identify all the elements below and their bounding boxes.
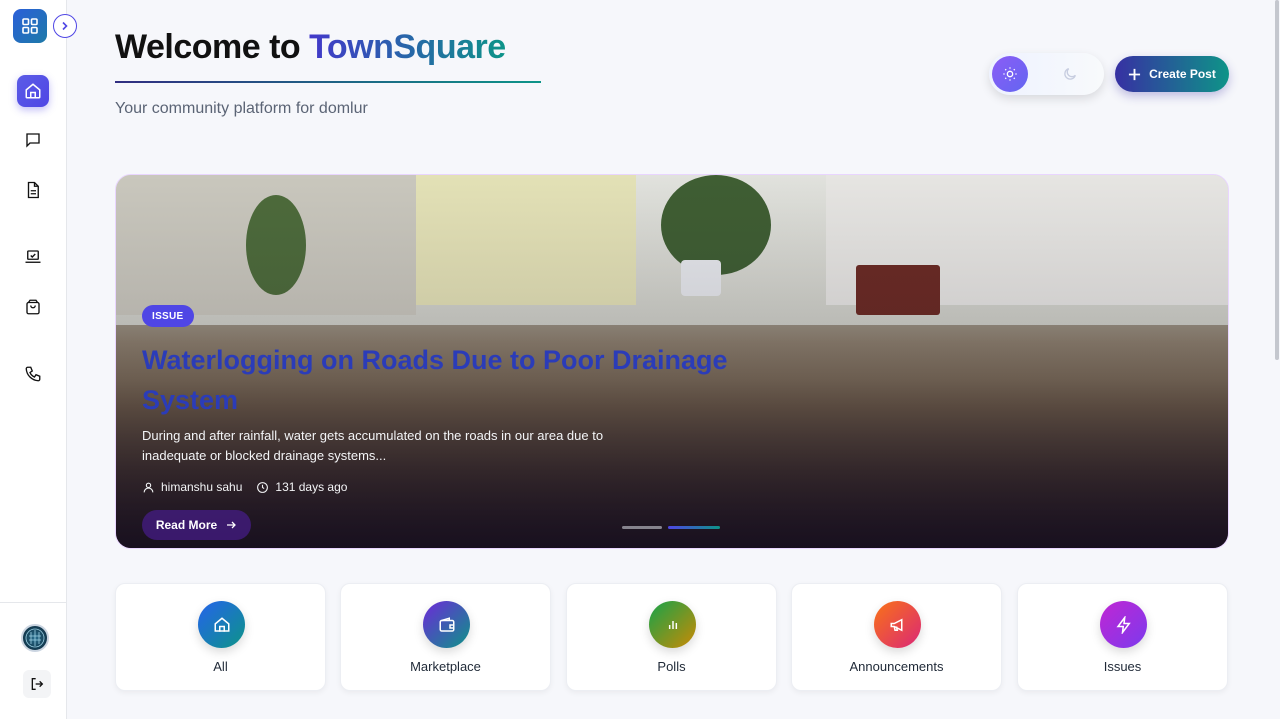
- carousel-indicators: [622, 526, 720, 529]
- theme-toggle[interactable]: [989, 53, 1104, 95]
- read-more-label: Read More: [155, 518, 218, 532]
- megaphone-icon: [874, 601, 921, 648]
- clock-icon: [257, 481, 269, 493]
- plus-icon: [1129, 68, 1141, 80]
- home-icon: [25, 83, 41, 99]
- featured-post-description: During and after rainfall, water gets ac…: [142, 428, 604, 463]
- category-card-marketplace[interactable]: Marketplace: [340, 583, 551, 691]
- title-underline: [115, 81, 541, 83]
- category-badge: ISSUE: [142, 305, 194, 327]
- featured-post-title[interactable]: Waterlogging on Roads Due to Poor Draina…: [142, 340, 742, 420]
- sun-icon: [992, 56, 1028, 92]
- carousel-dot[interactable]: [622, 526, 662, 529]
- sidebar-item-documents[interactable]: [17, 174, 49, 206]
- logout-icon: [31, 678, 44, 690]
- home-icon: [198, 601, 245, 648]
- post-meta: himanshu sahu 131 days ago: [142, 480, 347, 494]
- category-card-announcements[interactable]: Announcements: [791, 583, 1002, 691]
- category-card-issues[interactable]: Issues: [1017, 583, 1228, 691]
- dashboard-grid-icon[interactable]: [13, 9, 47, 43]
- message-icon: [26, 133, 40, 148]
- page-scrollbar[interactable]: [1275, 0, 1279, 360]
- create-post-button[interactable]: Create Post: [1115, 56, 1229, 92]
- carousel-dot-active[interactable]: [668, 526, 720, 529]
- category-label: Marketplace: [410, 659, 481, 674]
- page-title: Welcome to TownSquare: [115, 28, 506, 67]
- moon-icon: [1061, 65, 1079, 83]
- wallet-icon: [423, 601, 470, 648]
- bar-chart-icon: [649, 601, 696, 648]
- collapse-sidebar-button[interactable]: [53, 14, 77, 38]
- read-more-button[interactable]: Read More: [142, 510, 251, 540]
- sidebar-divider: [0, 602, 66, 603]
- shopping-bag-icon: [26, 299, 40, 315]
- featured-carousel: ISSUE Waterlogging on Roads Due to Poor …: [115, 174, 1229, 549]
- brand-name: TownSquare: [309, 28, 506, 66]
- avatar[interactable]: [21, 624, 49, 652]
- document-icon: [27, 181, 39, 199]
- user-icon: [143, 482, 154, 492]
- lightning-icon: [1100, 601, 1147, 648]
- sidebar: [0, 0, 77, 719]
- category-card-all[interactable]: All: [115, 583, 326, 691]
- category-label: Announcements: [849, 659, 944, 674]
- category-label: All: [213, 659, 228, 674]
- sidebar-item-marketplace[interactable]: [17, 291, 49, 323]
- category-label: Issues: [1103, 659, 1142, 674]
- page-subtitle: Your community platform for domlur: [115, 100, 368, 117]
- create-post-label: Create Post: [1149, 67, 1216, 81]
- sidebar-item-home[interactable]: [17, 75, 49, 107]
- category-label: Polls: [657, 659, 686, 674]
- arrow-right-icon: [227, 521, 237, 529]
- sidebar-item-chat[interactable]: [17, 124, 49, 156]
- laptop-check-icon: [25, 250, 41, 263]
- sidebar-item-polls[interactable]: [17, 241, 49, 273]
- title-prefix: Welcome to: [115, 28, 310, 66]
- logout-button[interactable]: [23, 670, 51, 698]
- post-time: 131 days ago: [275, 480, 348, 494]
- phone-icon: [25, 366, 41, 382]
- category-card-polls[interactable]: Polls: [566, 583, 777, 691]
- sidebar-item-contacts[interactable]: [17, 358, 49, 390]
- post-author: himanshu sahu: [161, 480, 243, 494]
